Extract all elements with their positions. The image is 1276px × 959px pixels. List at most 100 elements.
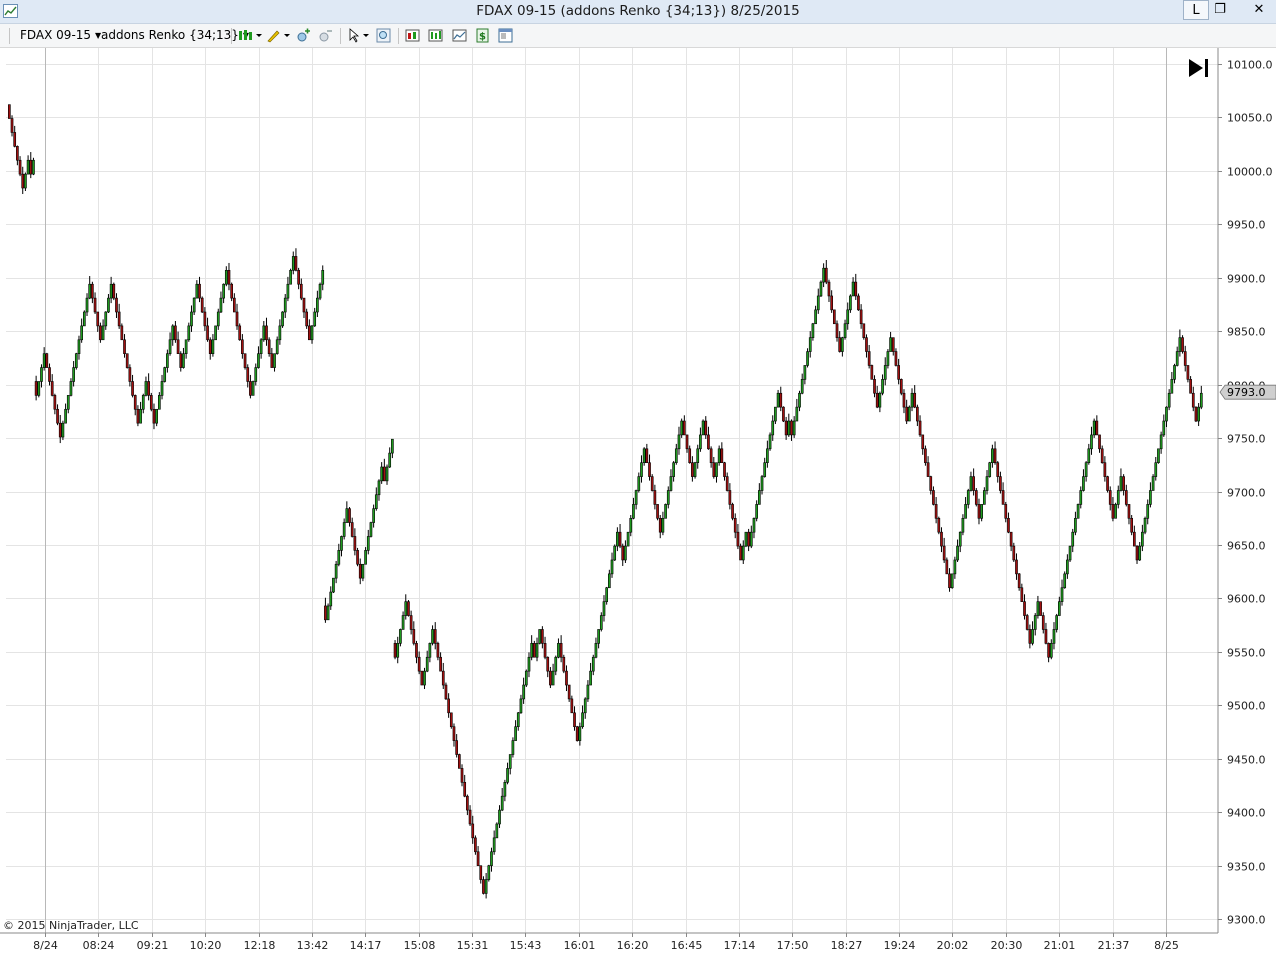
up-brick [776,392,780,408]
strategies-icon[interactable] [428,28,443,43]
up-brick [591,656,595,672]
up-brick [69,381,73,396]
down-brick [824,267,828,283]
down-brick [782,406,785,422]
down-brick [1009,531,1013,547]
up-brick [980,504,983,519]
up-brick [1058,601,1061,616]
down-brick [1023,601,1026,616]
up-brick [423,670,426,686]
renko-chart[interactable]: 9300.0 9350.0 9400.0 9450.0 9500.0 9550.0 9600… [0,48,1276,959]
up-brick [1114,504,1117,519]
data-box-icon[interactable] [498,28,513,43]
up-brick [634,490,638,505]
up-brick [42,353,46,368]
down-brick [1028,629,1032,644]
up-brick [1141,531,1144,547]
down-brick [460,768,464,783]
down-brick [125,353,129,368]
down-brick [356,550,359,565]
down-brick [830,295,833,311]
down-brick [18,159,22,175]
down-brick [720,448,724,464]
up-brick [969,476,973,491]
instrument-selector[interactable]: FDAX 09-15 ▼ [20,28,101,42]
up-brick [589,670,592,686]
down-brick [407,601,410,616]
up-brick [594,643,598,658]
minimize-button[interactable]: L [1183,0,1209,20]
up-brick [1036,601,1040,616]
up-brick [792,420,796,436]
bar-style-icon[interactable] [238,28,262,43]
time-tick-label: 15:31 [457,939,489,952]
up-brick [851,281,855,297]
up-brick [1138,545,1142,561]
down-brick [457,754,461,769]
up-brick [1162,420,1166,436]
zoom-in-icon[interactable] [296,28,311,43]
up-brick [846,309,850,325]
down-brick [444,684,448,700]
up-brick [524,670,528,686]
up-brick [760,476,764,491]
dollar-icon[interactable]: $ [475,28,490,43]
down-brick [972,476,975,491]
pointer-icon[interactable] [347,28,371,43]
up-brick [1031,629,1034,644]
up-brick [214,325,217,341]
up-brick [503,781,507,797]
down-brick [123,339,126,354]
up-brick [1049,643,1053,658]
down-brick [238,325,242,341]
indicators-icon[interactable] [405,28,420,43]
down-brick [653,490,657,505]
down-brick [865,337,868,352]
up-brick [674,448,678,464]
down-brick [1044,629,1048,644]
scroll-to-end-button[interactable] [1189,59,1208,77]
time-tick-label: 18:27 [831,939,863,952]
zoom-out-icon[interactable] [318,28,333,43]
up-brick [321,270,325,285]
down-brick [152,408,156,424]
up-brick [259,339,263,354]
up-brick [1060,587,1064,602]
down-brick [940,531,943,547]
price-tick-label: 9600.0 [1227,593,1266,606]
down-brick [112,283,116,299]
up-brick [388,452,392,468]
up-brick [605,587,608,602]
down-brick [50,381,54,396]
up-brick [37,381,41,396]
up-brick [889,337,892,352]
up-brick [490,851,493,866]
up-brick [1074,517,1077,533]
price-tick-label: 9650.0 [1227,540,1266,553]
restore-button[interactable]: ❐ [1207,0,1233,20]
up-brick [616,531,619,547]
magnifier-icon[interactable] [376,28,391,43]
up-brick [755,504,758,519]
down-brick [645,448,649,464]
down-brick [452,726,456,741]
down-brick [650,476,654,491]
close-button[interactable]: ✕ [1242,0,1276,20]
down-brick [621,545,625,561]
price-tick-label: 10100.0 [1227,59,1273,72]
up-brick [953,559,957,575]
pencil-draw-icon[interactable] [266,28,290,43]
up-brick [318,283,322,299]
time-tick-label: 17:50 [777,939,809,952]
down-brick [433,629,437,644]
up-brick [519,698,523,714]
down-brick [482,879,485,894]
down-brick [916,406,919,422]
copyright-text: © 2015 NinjaTrader, LLC [3,919,139,932]
down-brick [573,712,576,728]
chart-properties-icon[interactable] [452,28,467,43]
down-brick [709,448,713,464]
down-brick [779,392,783,408]
time-tick-label: 19:24 [884,939,916,952]
bar-type-selector[interactable]: addons Renko {34;13}▼ [101,28,249,42]
